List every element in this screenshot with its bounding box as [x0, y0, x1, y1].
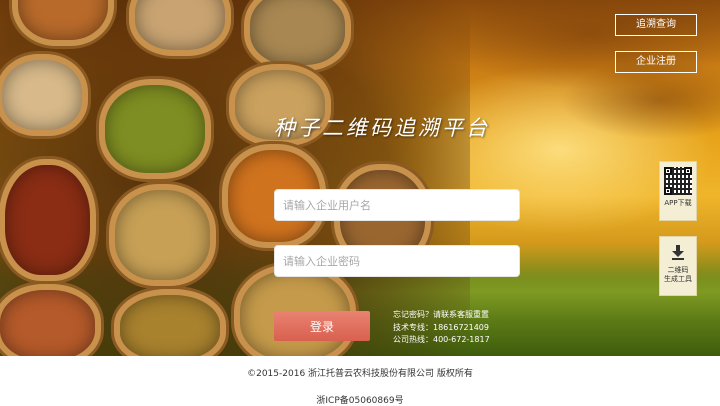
- qr-tool-label-line2: 生成工具: [664, 275, 692, 283]
- sack-seeds: [250, 0, 345, 65]
- download-arrow-icon: [672, 245, 684, 260]
- sack-red-beans: [18, 0, 108, 40]
- username-input[interactable]: [274, 189, 520, 221]
- login-button[interactable]: 登录: [274, 311, 370, 341]
- company-hotline: 公司热线：400-672-1817: [393, 335, 490, 344]
- app-download-label: APP下载: [664, 199, 692, 207]
- sack-yellow-grain: [115, 190, 210, 280]
- sack-red-kidney: [5, 165, 90, 275]
- qr-generator-tool-card[interactable]: 二维码 生成工具: [659, 236, 697, 296]
- seed-sacks-image: [0, 0, 470, 356]
- tech-support-line: 技术专线：18616721409: [393, 322, 489, 332]
- app-download-card[interactable]: APP下载: [659, 161, 697, 221]
- sack-bottom-left: [0, 290, 95, 356]
- qr-code-icon: [664, 167, 692, 195]
- company-register-button[interactable]: 企业注册: [615, 51, 697, 73]
- sack-bottom-mid: [120, 295, 220, 356]
- sack-pale-grain: [2, 60, 82, 130]
- trace-query-button[interactable]: 追溯查询: [615, 14, 697, 36]
- sack-green-peas: [105, 85, 205, 173]
- password-input[interactable]: [274, 245, 520, 277]
- hero-banner: [0, 0, 720, 356]
- footer-copyright: ©2015-2016 浙江托普云农科技股份有限公司 版权所有: [247, 369, 473, 379]
- forgot-password-text: 忘记密码？请联系客服重置: [393, 310, 489, 319]
- qr-tool-label-line1: 二维码: [667, 266, 689, 274]
- sack-grain: [135, 0, 225, 50]
- page-title: 种子二维码追溯平台: [274, 116, 490, 140]
- help-info: 忘记密码？请联系客服重置 技术专线：18616721409 公司热线：400-6…: [393, 309, 513, 347]
